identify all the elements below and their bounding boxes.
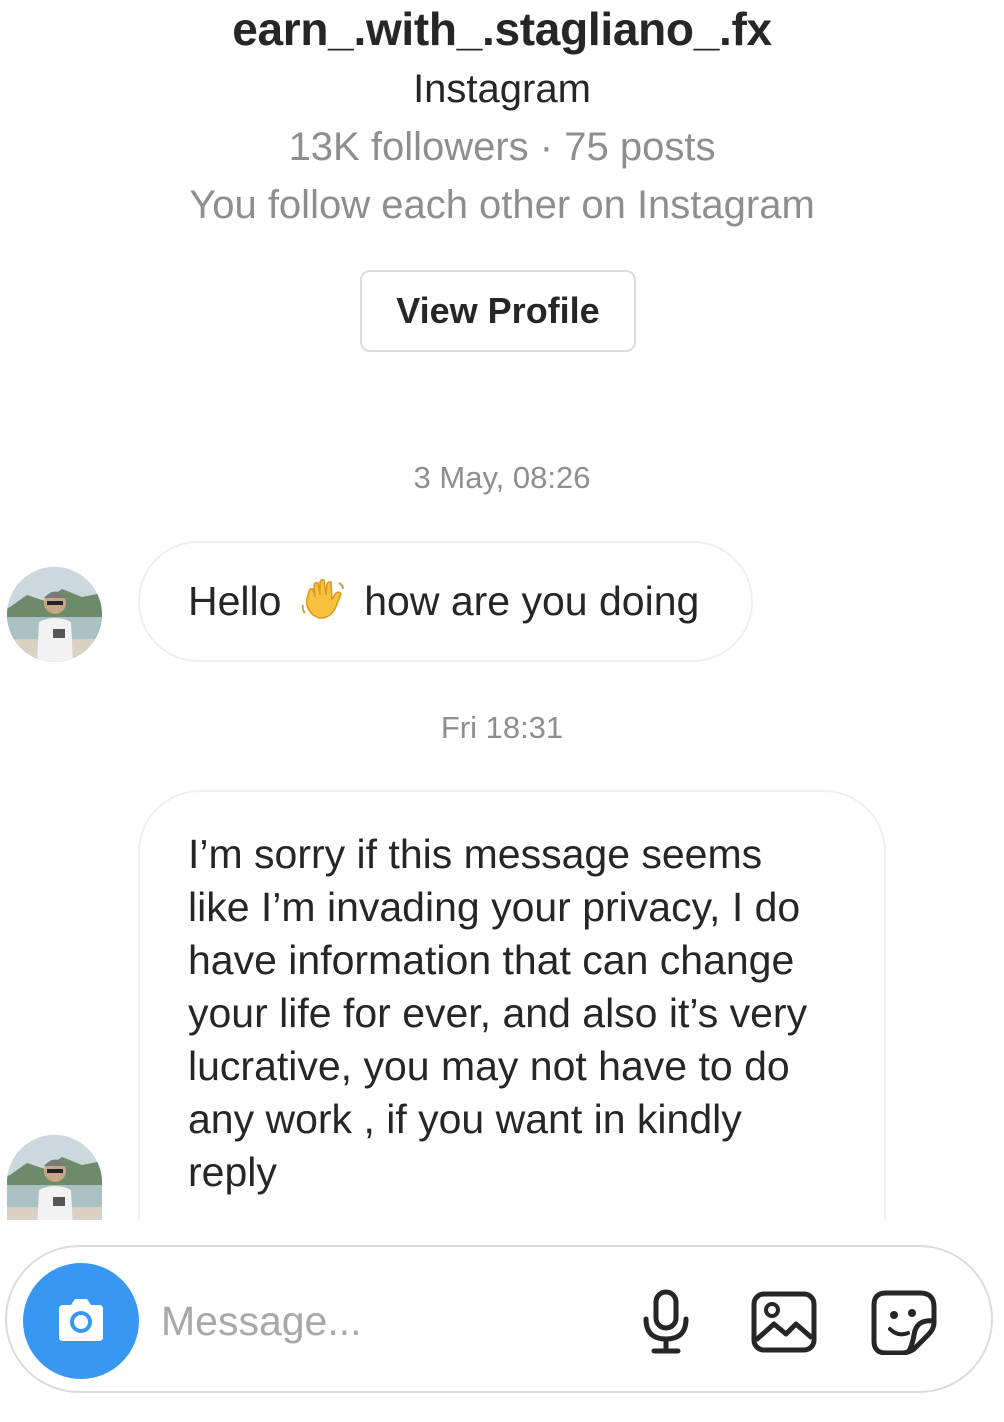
avatar[interactable] [7, 567, 102, 662]
microphone-button[interactable] [629, 1285, 703, 1359]
profile-stats: 13K followers · 75 posts [288, 125, 716, 169]
message-bubble[interactable]: I’m sorry if this message seems like I’m… [138, 790, 886, 1240]
message-input[interactable] [161, 1291, 601, 1351]
message-bubble[interactable]: Hello how are you doing [138, 541, 753, 662]
sticker-button[interactable] [867, 1285, 941, 1359]
message-line: lucrative, you may not have to do [188, 1043, 790, 1089]
camera-button[interactable] [23, 1263, 139, 1379]
message-line: any work , if you want in kindly [188, 1096, 742, 1142]
message-line: like I’m invading your privacy, I do [188, 884, 801, 930]
avatar-photo [7, 1135, 102, 1220]
avatar[interactable] [7, 1135, 102, 1220]
message-line: have information that can change [188, 937, 795, 983]
profile-platform: Instagram [413, 67, 591, 111]
thread-scroll-edge [0, 1220, 1004, 1246]
message-text: how are you doing [364, 578, 700, 624]
message-line: your life for ever, and also it’s very [188, 990, 808, 1036]
profile-username: earn_.with_.stagliano_.fx [232, 3, 772, 55]
message-timestamp: Fri 18:31 [440, 710, 564, 745]
avatar-photo [7, 567, 102, 662]
view-profile-button[interactable]: View Profile [360, 270, 636, 352]
message-timestamp: 3 May, 08:26 [413, 460, 591, 495]
gallery-button[interactable] [747, 1285, 821, 1359]
message-composer [5, 1245, 993, 1393]
camera-icon [59, 1299, 103, 1341]
message-line: reply [188, 1149, 277, 1195]
sticker-icon [871, 1290, 937, 1355]
waving-hand-emoji [299, 575, 347, 628]
microphone-icon [643, 1289, 689, 1354]
dm-thread-screen: earn_.with_.stagliano_.fx Instagram 13K … [0, 0, 1004, 1422]
image-icon [751, 1291, 817, 1353]
mutual-follow-note: You follow each other on Instagram [189, 183, 815, 227]
message-line: I’m sorry if this message seems [188, 831, 763, 877]
message-text: Hello [188, 578, 282, 624]
